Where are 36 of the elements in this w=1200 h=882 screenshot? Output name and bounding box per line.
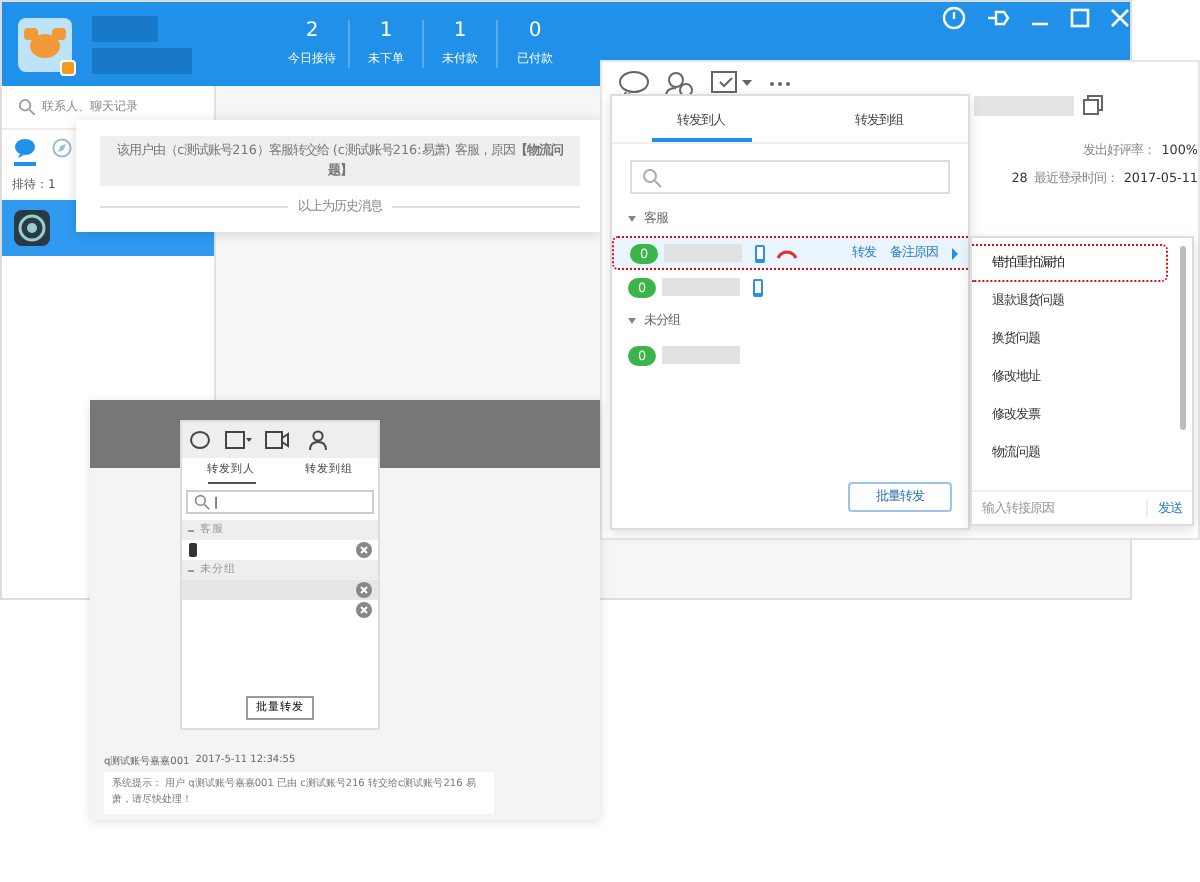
remove-icon[interactable] — [356, 582, 372, 598]
clock-icon[interactable] — [942, 6, 966, 30]
stat-value: 1 — [451, 20, 469, 42]
mascot-avatar-icon — [18, 17, 72, 71]
search-icon — [642, 167, 662, 187]
chat-tab[interactable] — [14, 138, 36, 166]
redacted-name — [662, 346, 740, 364]
stat-value: 1 — [377, 20, 395, 42]
caret-icon — [628, 318, 636, 324]
add-user-icon[interactable] — [308, 430, 330, 450]
redacted-name — [92, 15, 158, 41]
stat-value: 2 — [303, 20, 321, 42]
caret-icon — [628, 216, 636, 222]
stat-value: 0 — [526, 20, 544, 42]
copy-icon[interactable] — [1082, 94, 1104, 116]
chat-bubble-icon — [14, 138, 36, 158]
redacted-name — [662, 278, 740, 296]
hang-up-icon[interactable] — [776, 247, 798, 259]
compass-icon — [52, 138, 72, 158]
chat-bubble-icon[interactable] — [618, 70, 650, 98]
search-field[interactable] — [630, 160, 950, 194]
pin-icon[interactable] — [986, 8, 1010, 28]
more-icon[interactable] — [768, 80, 792, 88]
avatar-icon — [12, 208, 52, 248]
close-icon[interactable] — [1110, 8, 1130, 28]
phone-icon — [188, 542, 198, 558]
redacted-name — [974, 95, 1074, 115]
scrollbar[interactable] — [1180, 246, 1186, 430]
caret-icon — [952, 247, 958, 259]
search-icon — [194, 494, 210, 510]
maximize-icon[interactable] — [1070, 8, 1090, 28]
redacted-name — [664, 244, 742, 262]
redacted-name — [92, 47, 192, 73]
remove-icon[interactable] — [356, 542, 372, 558]
search-icon — [18, 98, 36, 116]
remove-icon[interactable] — [356, 602, 372, 618]
